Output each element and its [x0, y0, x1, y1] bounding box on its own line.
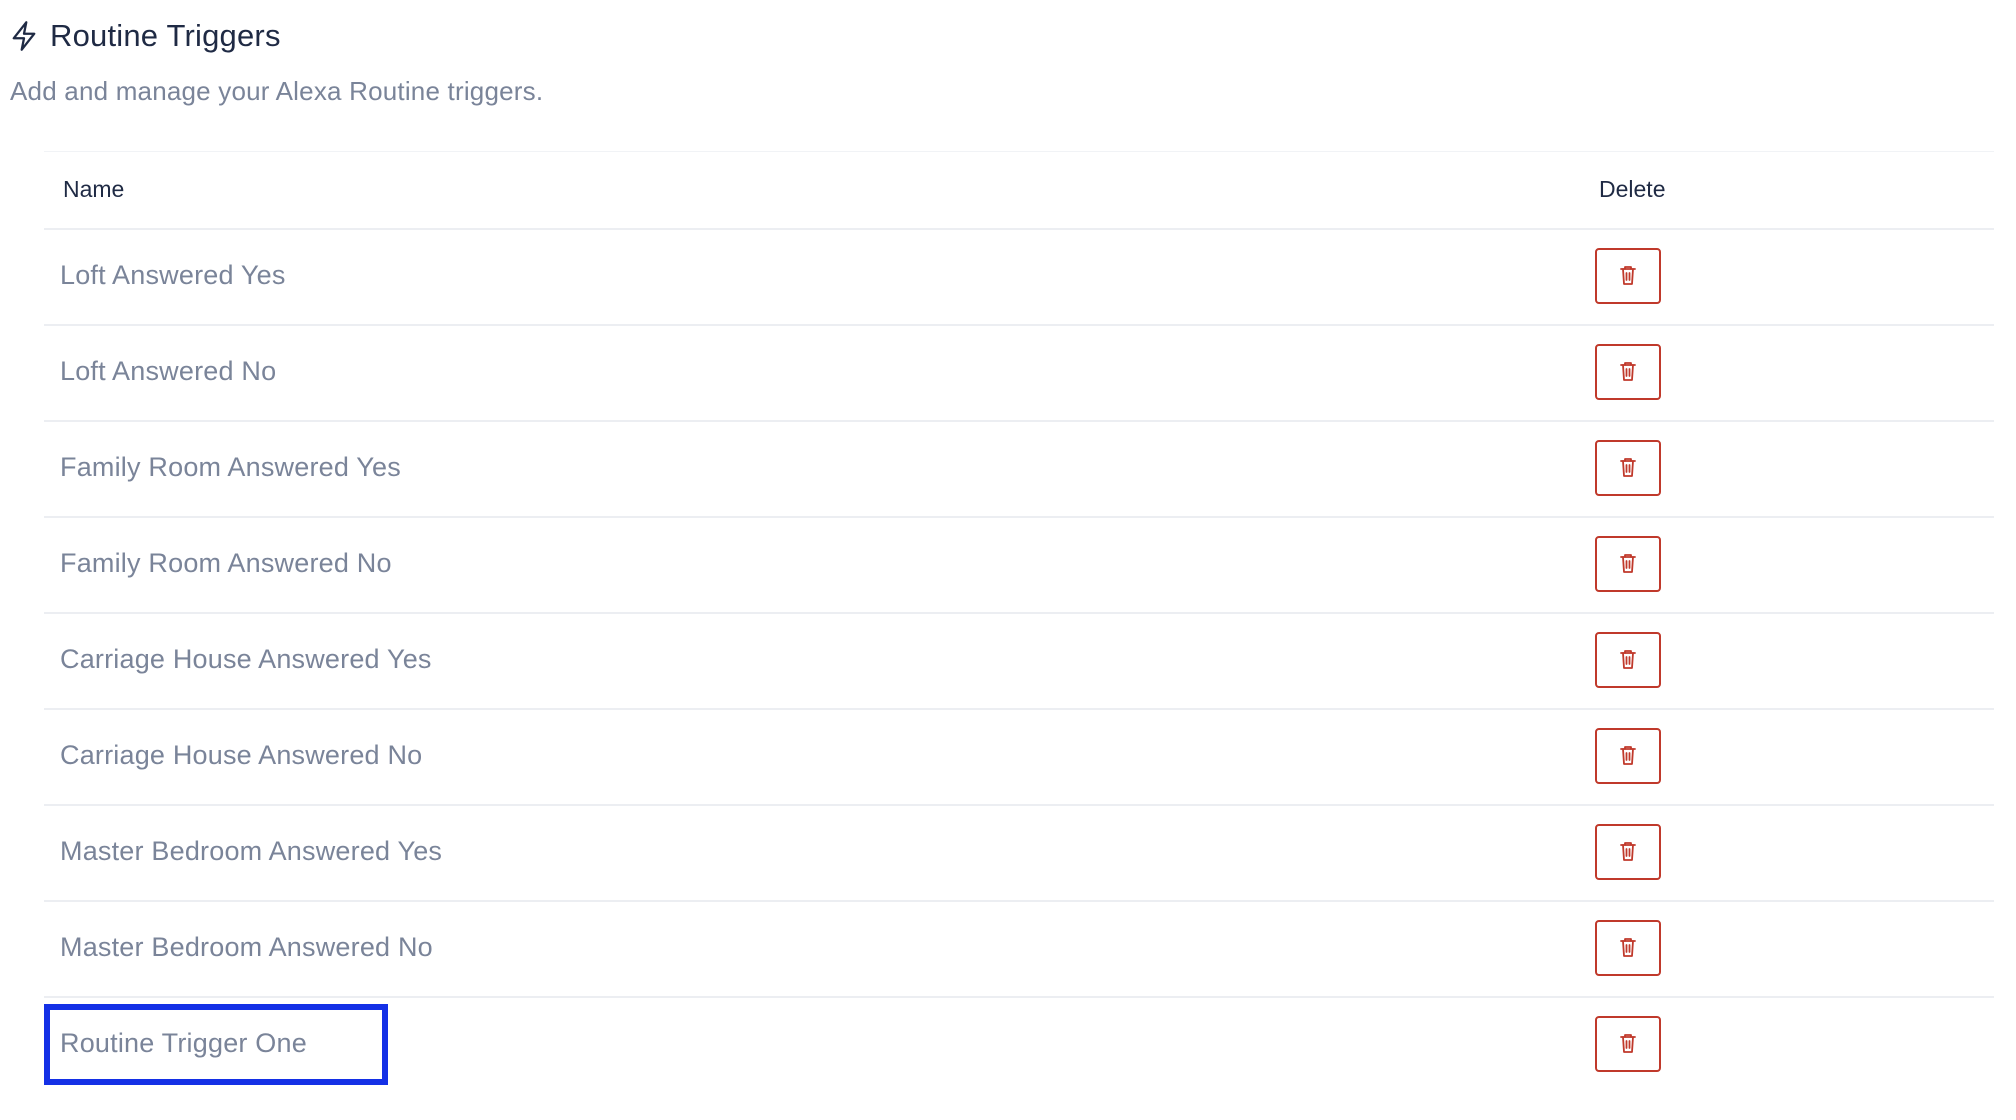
trigger-name[interactable]: Carriage House Answered Yes: [60, 644, 432, 675]
delete-trigger-button[interactable]: [1595, 248, 1661, 304]
lightning-bolt-icon: [10, 20, 40, 52]
column-header-delete: Delete: [1599, 176, 1666, 202]
table-row: Master Bedroom Answered No: [44, 902, 1994, 998]
delete-trigger-button[interactable]: [1595, 632, 1661, 688]
page-header: Routine Triggers Add and manage your Ale…: [10, 14, 543, 107]
trash-icon: [1618, 936, 1638, 961]
trash-icon: [1618, 744, 1638, 769]
trigger-name[interactable]: Family Room Answered Yes: [60, 452, 401, 483]
table-row: Carriage House Answered Yes: [44, 614, 1994, 710]
trigger-name[interactable]: Master Bedroom Answered No: [60, 932, 433, 963]
trigger-name[interactable]: Master Bedroom Answered Yes: [60, 836, 442, 867]
table-row: Loft Answered No: [44, 326, 1994, 422]
table-row: Routine Trigger One: [44, 998, 1994, 1092]
delete-trigger-button[interactable]: [1595, 440, 1661, 496]
triggers-table: Name Delete Loft Answered Yes Loft Answe…: [44, 151, 1994, 1092]
trigger-name[interactable]: Loft Answered Yes: [60, 260, 286, 291]
trash-icon: [1618, 264, 1638, 289]
delete-trigger-button[interactable]: [1595, 1016, 1661, 1072]
page-subtitle: Add and manage your Alexa Routine trigge…: [10, 76, 544, 106]
table-row: Loft Answered Yes: [44, 230, 1994, 326]
delete-trigger-button[interactable]: [1595, 920, 1661, 976]
trigger-name[interactable]: Carriage House Answered No: [60, 740, 422, 771]
title-row: Routine Triggers: [10, 14, 543, 58]
trigger-name[interactable]: Family Room Answered No: [60, 548, 392, 579]
table-row: Master Bedroom Answered Yes: [44, 806, 1994, 902]
table-row: Carriage House Answered No: [44, 710, 1994, 806]
table-row: Family Room Answered Yes: [44, 422, 1994, 518]
trash-icon: [1618, 648, 1638, 673]
delete-trigger-button[interactable]: [1595, 728, 1661, 784]
delete-trigger-button[interactable]: [1595, 536, 1661, 592]
trash-icon: [1618, 456, 1638, 481]
delete-trigger-button[interactable]: [1595, 824, 1661, 880]
trigger-name[interactable]: Routine Trigger One: [60, 1028, 307, 1059]
trash-icon: [1618, 840, 1638, 865]
page-title: Routine Triggers: [50, 18, 281, 53]
table-row: Family Room Answered No: [44, 518, 1994, 614]
trash-icon: [1618, 360, 1638, 385]
trash-icon: [1618, 1032, 1638, 1057]
trigger-name[interactable]: Loft Answered No: [60, 356, 276, 387]
column-header-name: Name: [63, 176, 125, 202]
routine-triggers-page: Routine Triggers Add and manage your Ale…: [0, 0, 2016, 1120]
trash-icon: [1618, 552, 1638, 577]
delete-trigger-button[interactable]: [1595, 344, 1661, 400]
table-header: Name Delete: [44, 152, 1994, 230]
